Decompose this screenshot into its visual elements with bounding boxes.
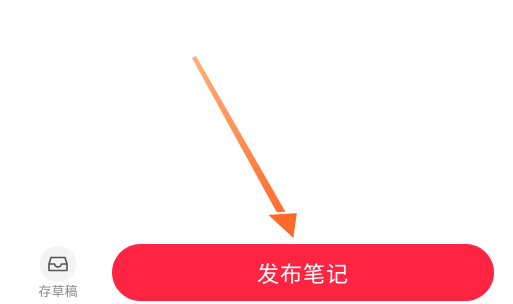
save-draft-label: 存草稿: [38, 285, 78, 300]
save-draft-button[interactable]: 存草稿: [30, 246, 86, 304]
inbox-tray-icon: [40, 246, 76, 282]
publish-note-button[interactable]: 发布笔记: [112, 244, 494, 301]
publish-note-label: 发布笔记: [256, 262, 349, 288]
